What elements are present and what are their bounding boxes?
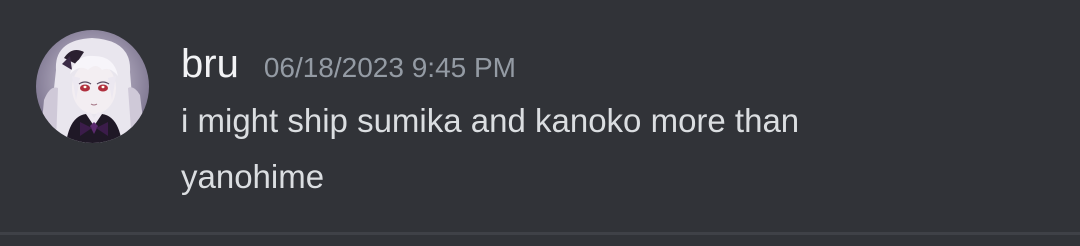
chat-message: bru 06/18/2023 9:45 PM i might ship sumi… — [0, 0, 1080, 232]
message-header: bru 06/18/2023 9:45 PM — [181, 38, 516, 90]
message-content: i might ship sumika and kanoko more than… — [181, 93, 941, 205]
user-avatar[interactable] — [36, 30, 149, 143]
message-timestamp: 06/18/2023 9:45 PM — [263, 52, 517, 83]
avatar-anime-character-icon — [36, 30, 149, 143]
message-divider — [0, 232, 1080, 235]
message-line: i might ship sumika and kanoko more than — [181, 102, 800, 139]
message-line: yanohime — [181, 158, 325, 195]
username[interactable]: bru — [181, 38, 239, 90]
